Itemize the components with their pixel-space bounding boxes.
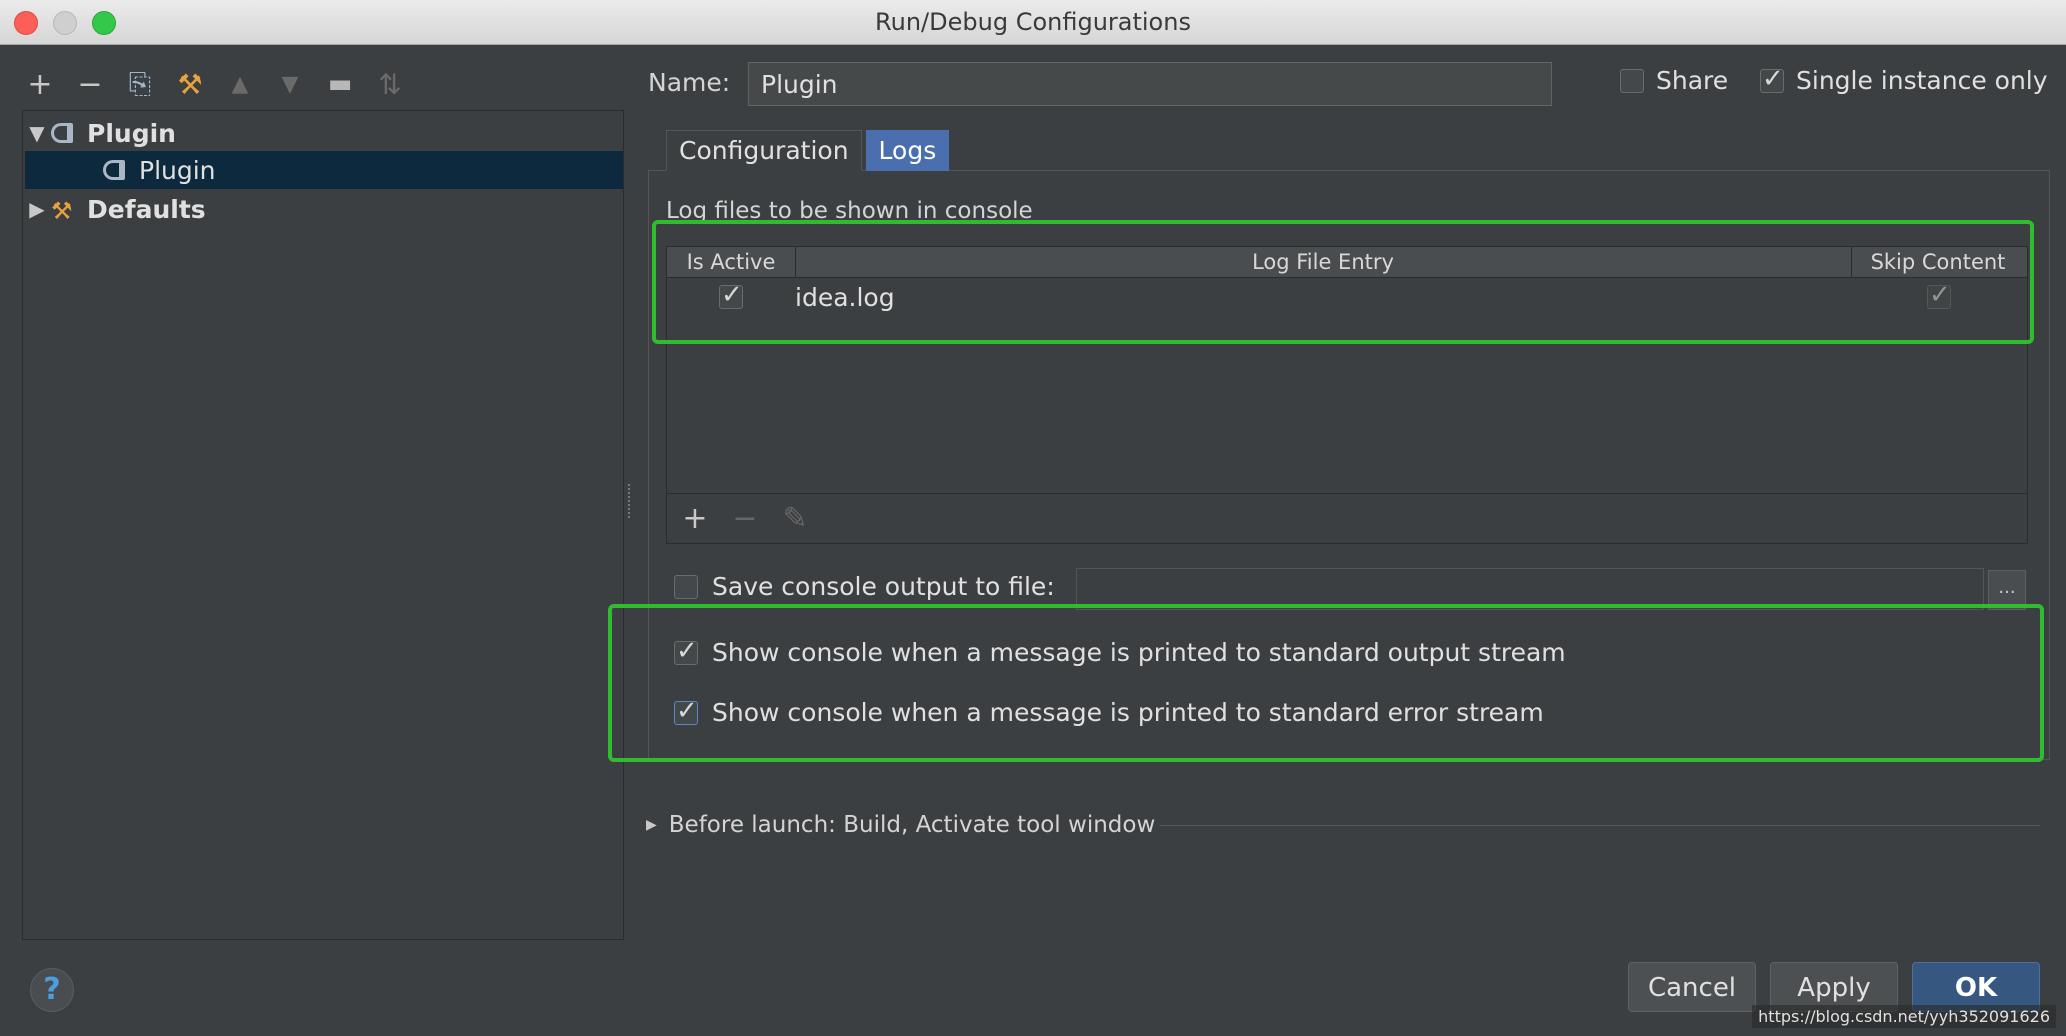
name-input[interactable] xyxy=(748,62,1552,106)
arrow-down-icon: ▼ xyxy=(281,71,299,97)
share-checkbox-box[interactable] xyxy=(1620,68,1644,93)
cancel-button[interactable]: Cancel xyxy=(1628,962,1756,1012)
show-stderr-checkbox[interactable]: Show console when a message is printed t… xyxy=(674,696,1544,727)
minus-icon: − xyxy=(732,501,758,536)
tree-item-label: Defaults xyxy=(87,194,206,224)
column-header-skip-content[interactable]: Skip Content xyxy=(1851,247,2025,277)
configuration-tree: ▼ Plugin Plugin ▶ ⚒ Defaults xyxy=(22,110,624,940)
plus-icon: + xyxy=(682,501,708,536)
plugin-icon xyxy=(51,120,81,146)
tree-item-defaults[interactable]: ▶ ⚒ Defaults xyxy=(23,190,206,228)
add-config-button[interactable]: + xyxy=(22,66,58,102)
log-files-table: Is Active Log File Entry Skip Content id… xyxy=(666,246,2028,544)
arrow-up-icon: ▲ xyxy=(231,71,249,97)
is-active-checkbox[interactable] xyxy=(719,280,743,310)
move-up-button[interactable]: ▲ xyxy=(222,66,258,102)
move-down-button[interactable]: ▼ xyxy=(272,66,308,102)
table-row[interactable]: idea.log xyxy=(667,277,2027,317)
watermark-text: https://blog.csdn.net/yyh352091626 xyxy=(1752,1005,2056,1028)
config-toolbar: + − ⎘ ⚒ ▲ ▼ ▬ ⇅ xyxy=(22,62,408,106)
copy-config-button[interactable]: ⎘ xyxy=(122,66,158,102)
collapse-arrow-icon[interactable]: ▶ xyxy=(23,197,51,221)
tree-item-plugin-group[interactable]: ▼ Plugin xyxy=(23,114,176,152)
single-instance-label: Single instance only xyxy=(1796,66,2048,95)
wrench-icon: ⚒ xyxy=(51,197,73,225)
table-toolbar: + − ✎ xyxy=(667,493,2027,543)
tree-item-label: Plugin xyxy=(87,118,176,148)
splitter-handle[interactable] xyxy=(628,484,636,518)
browse-button[interactable]: ... xyxy=(1988,570,2026,610)
table-header: Is Active Log File Entry Skip Content xyxy=(667,247,2027,278)
separator-line xyxy=(1160,825,2040,826)
tree-item-plugin[interactable]: Plugin xyxy=(25,151,623,189)
tab-configuration[interactable]: Configuration xyxy=(666,130,862,171)
single-instance-checkbox-box[interactable] xyxy=(1760,64,1784,94)
tab-bar: Configuration Logs xyxy=(666,130,950,171)
window-title: Run/Debug Configurations xyxy=(875,8,1191,36)
help-button[interactable]: ? xyxy=(30,968,74,1012)
wrench-icon: ⚒ xyxy=(177,67,203,101)
log-file-entry[interactable]: idea.log xyxy=(795,283,895,312)
folder-icon: ▬ xyxy=(327,69,353,99)
show-stdout-checkbox-box[interactable] xyxy=(674,636,698,666)
copy-icon: ⎘ xyxy=(128,67,152,100)
column-header-log-file-entry[interactable]: Log File Entry xyxy=(795,247,1852,277)
edit-defaults-button[interactable]: ⚒ xyxy=(172,66,208,102)
before-launch-label: Before launch: Build, Activate tool wind… xyxy=(668,812,1156,838)
show-stdout-checkbox[interactable]: Show console when a message is printed t… xyxy=(674,636,1566,667)
sort-button[interactable]: ⇅ xyxy=(372,66,408,102)
edit-log-button[interactable]: ✎ xyxy=(777,501,813,536)
title-bar: Run/Debug Configurations xyxy=(0,0,2066,45)
remove-log-button[interactable]: − xyxy=(727,501,763,536)
save-console-path-input[interactable] xyxy=(1076,568,1984,610)
share-checkbox[interactable]: Share xyxy=(1620,66,1728,95)
tab-logs[interactable]: Logs xyxy=(865,130,950,171)
expand-arrow-icon[interactable]: ▼ xyxy=(23,121,51,145)
folder-button[interactable]: ▬ xyxy=(322,66,358,102)
pencil-icon: ✎ xyxy=(782,501,808,536)
show-stdout-label: Show console when a message is printed t… xyxy=(712,638,1566,667)
plugin-icon xyxy=(103,157,133,183)
show-stderr-checkbox-box[interactable] xyxy=(674,696,698,726)
remove-config-button[interactable]: − xyxy=(72,66,108,102)
logs-caption: Log files to be shown in console xyxy=(666,198,1033,224)
skip-content-checkbox[interactable] xyxy=(1927,280,1951,310)
sort-icon: ⇅ xyxy=(378,67,402,101)
minus-icon: − xyxy=(77,66,103,102)
column-header-is-active[interactable]: Is Active xyxy=(667,247,796,277)
show-stderr-label: Show console when a message is printed t… xyxy=(712,698,1544,727)
plus-icon: + xyxy=(27,66,53,102)
save-console-checkbox-box[interactable] xyxy=(674,574,698,599)
save-console-checkbox[interactable]: Save console output to file: xyxy=(674,572,1055,601)
single-instance-checkbox[interactable]: Single instance only xyxy=(1760,64,2048,95)
share-label: Share xyxy=(1656,66,1729,95)
before-launch-section[interactable]: ▶ Before launch: Build, Activate tool wi… xyxy=(646,812,1155,838)
add-log-button[interactable]: + xyxy=(677,501,713,536)
save-console-label: Save console output to file: xyxy=(712,572,1055,601)
name-label: Name: xyxy=(648,68,731,97)
tree-item-label: Plugin xyxy=(139,155,216,185)
run-debug-window: Run/Debug Configurations + − ⎘ ⚒ ▲ ▼ ▬ ⇅… xyxy=(0,0,2066,1036)
expand-arrow-icon[interactable]: ▶ xyxy=(646,817,657,833)
